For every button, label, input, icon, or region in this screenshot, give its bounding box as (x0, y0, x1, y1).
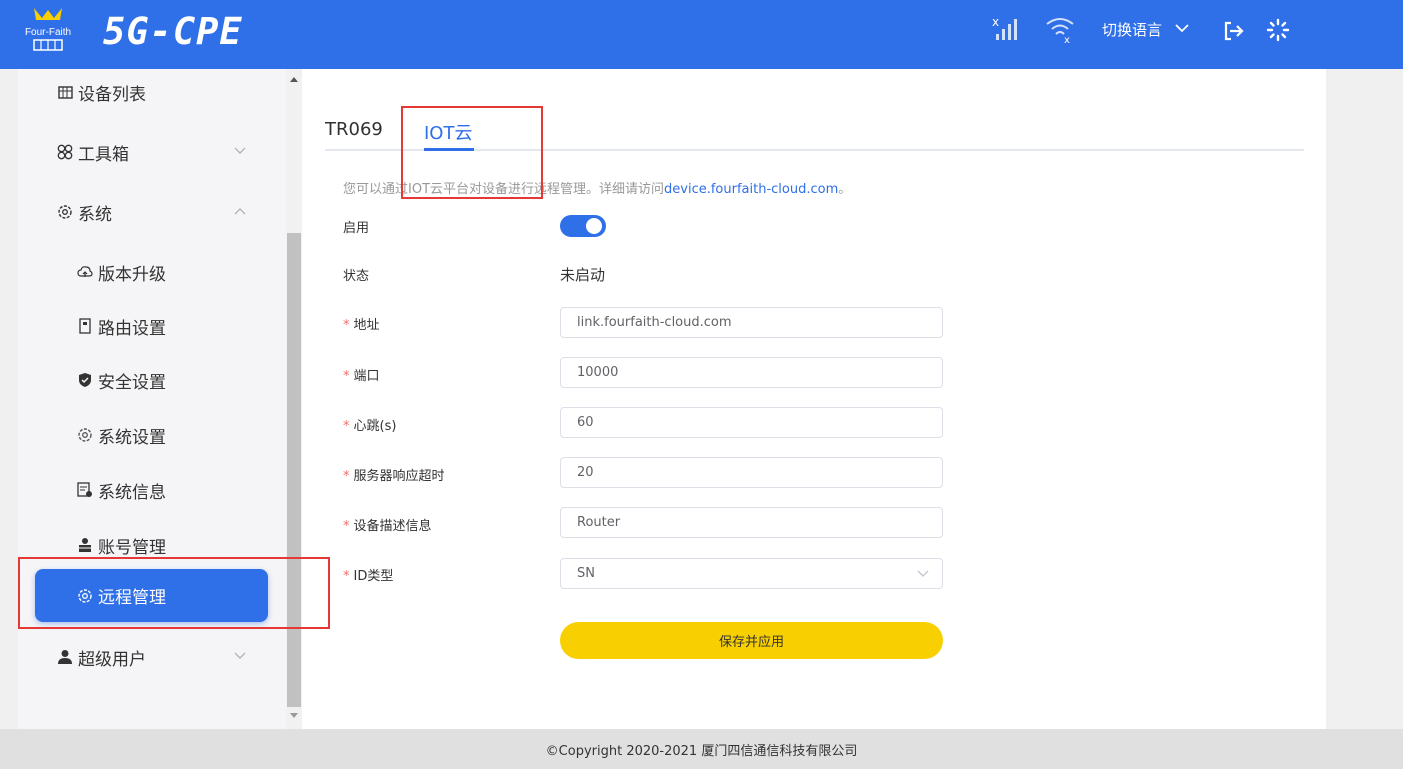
sidebar-item-label: 系统信息 (98, 482, 166, 503)
svg-text:Four-Faith: Four-Faith (25, 27, 71, 38)
chevron-down-icon (234, 147, 246, 154)
port-input[interactable] (560, 357, 943, 388)
port-label: * 端口 (343, 369, 380, 384)
logout-icon[interactable] (1222, 20, 1244, 42)
cloud-upload-icon (76, 263, 94, 281)
status-value: 未启动 (560, 266, 606, 284)
sidebar-item-firmware-upgrade[interactable]: 版本升级 (18, 247, 286, 297)
sidebar: 设备列表 工具箱 系统 版本升级 路由设置 安全设置 系统设置 系统信息 账号管… (18, 69, 286, 729)
sidebar-item-label: 系统设置 (98, 427, 166, 448)
timeout-input[interactable] (560, 457, 943, 488)
chevron-up-icon (234, 208, 246, 215)
heartbeat-input[interactable] (560, 407, 943, 438)
wifi-off-icon[interactable]: x (1044, 14, 1076, 44)
save-and-apply-button[interactable]: 保存并应用 (560, 622, 943, 659)
chevron-down-icon[interactable] (916, 569, 930, 579)
user-icon (56, 648, 74, 666)
gear-icon (76, 426, 94, 444)
sidebar-item-routing[interactable]: 路由设置 (18, 301, 286, 351)
system-gear-icon (56, 203, 74, 221)
sidebar-item-label: 设备列表 (78, 84, 146, 105)
copyright-text: ©Copyright 2020-2021 厦门四信通信科技有限公司 (545, 743, 858, 759)
sidebar-item-system-settings[interactable]: 系统设置 (18, 410, 286, 460)
sidebar-item-label: 系统 (78, 204, 112, 225)
enable-toggle[interactable] (560, 215, 606, 237)
four-faith-logo-icon: Four-Faith (25, 8, 71, 51)
id-type-select[interactable] (560, 558, 943, 589)
product-name: 5G-CPE (103, 10, 243, 53)
svg-text:x: x (992, 15, 999, 29)
account-icon (76, 536, 94, 554)
svg-text:x: x (1064, 35, 1070, 44)
tab-tr069[interactable]: TR069 (325, 119, 383, 140)
sidebar-item-toolbox[interactable]: 工具箱 (18, 127, 286, 177)
address-input[interactable] (560, 307, 943, 338)
device-list-icon (56, 83, 74, 101)
sidebar-item-security[interactable]: 安全设置 (18, 355, 286, 405)
signal-off-icon[interactable]: x (990, 14, 1026, 44)
highlight-remote-management (18, 557, 330, 629)
sidebar-scrollbar-thumb[interactable] (287, 233, 301, 707)
scroll-down-arrow-icon[interactable] (290, 713, 298, 719)
chevron-down-icon (234, 652, 246, 659)
cloud-portal-link[interactable]: device.fourfaith-cloud.com (664, 182, 838, 197)
top-header: Four-Faith 5G-CPE x x 切换语言 (0, 0, 1403, 69)
toggle-knob (586, 218, 602, 234)
timeout-label: * 服务器响应超时 (343, 469, 445, 484)
status-label: 状态 (343, 269, 370, 284)
sidebar-item-label: 工具箱 (78, 144, 129, 165)
toolbox-icon (56, 143, 74, 161)
language-switch[interactable]: 切换语言 (1102, 19, 1162, 40)
info-doc-icon (76, 481, 94, 499)
heartbeat-label: * 心跳(s) (343, 419, 397, 434)
sidebar-item-label: 安全设置 (98, 372, 166, 393)
sidebar-item-system-info[interactable]: 系统信息 (18, 465, 286, 515)
sidebar-item-super-user[interactable]: 超级用户 (18, 632, 286, 682)
sidebar-item-label: 路由设置 (98, 318, 166, 339)
footer: ©Copyright 2020-2021 厦门四信通信科技有限公司 (0, 729, 1403, 769)
router-icon (76, 317, 94, 335)
sidebar-item-device-list[interactable]: 设备列表 (18, 69, 286, 117)
enable-label: 启用 (343, 221, 370, 236)
loading-spinner-icon (1266, 18, 1290, 42)
scroll-up-arrow-icon[interactable] (290, 76, 298, 82)
device-description-input[interactable] (560, 507, 943, 538)
sidebar-item-label: 账号管理 (98, 537, 166, 558)
id-type-label: * ID类型 (343, 569, 394, 584)
sidebar-item-label: 版本升级 (98, 264, 166, 285)
highlight-iot-tab (401, 106, 543, 199)
chevron-down-icon[interactable] (1174, 20, 1190, 36)
sidebar-item-label: 超级用户 (78, 649, 146, 670)
device-description-label: * 设备描述信息 (343, 519, 432, 534)
sidebar-item-system[interactable]: 系统 (18, 187, 286, 237)
address-label: * 地址 (343, 318, 380, 333)
shield-icon (76, 371, 94, 389)
